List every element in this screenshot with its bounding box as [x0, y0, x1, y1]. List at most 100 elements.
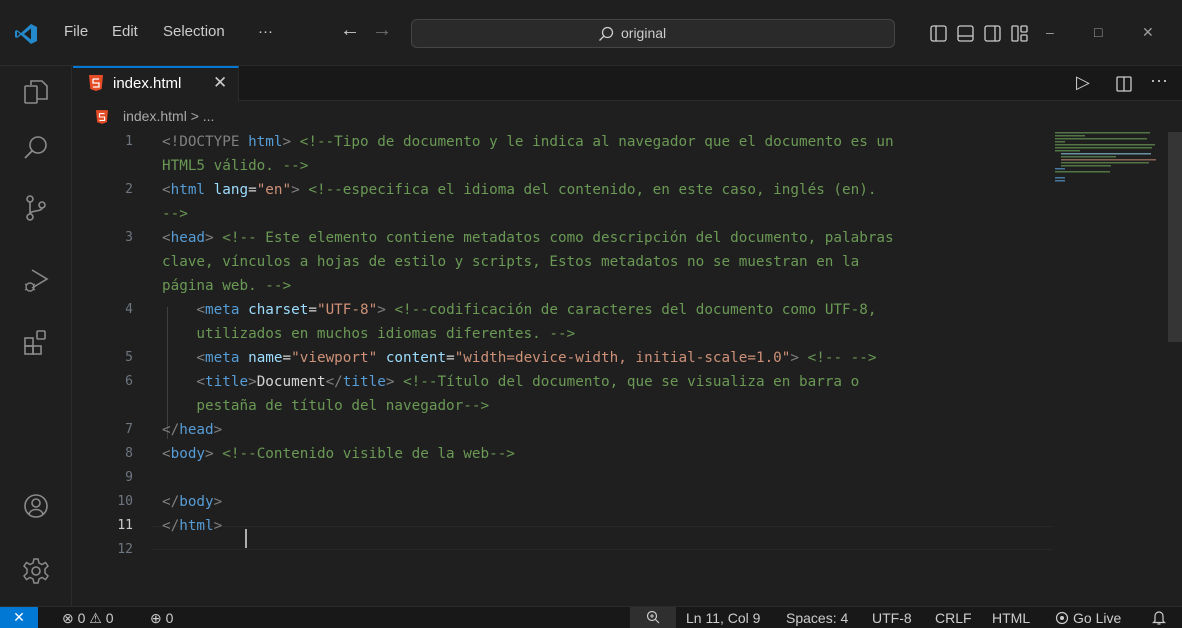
code-token: html	[248, 134, 283, 150]
minimap[interactable]	[1055, 130, 1165, 190]
line-number: 6	[125, 374, 133, 389]
code-token: charset	[239, 302, 309, 318]
code-line[interactable]: -->	[162, 206, 188, 222]
tab-close-icon[interactable]: ✕	[213, 73, 227, 93]
code-line[interactable]: </body>	[162, 494, 222, 510]
code-line[interactable]: <!DOCTYPE html> <!--Tipo de documento y …	[162, 134, 894, 150]
tab-index-html[interactable]: index.html ✕	[73, 66, 239, 101]
code-line[interactable]: página web. -->	[162, 278, 291, 294]
code-token: utilizados en muchos idiomas diferentes.…	[162, 326, 576, 342]
remote-indicator[interactable]: ✕	[0, 607, 38, 628]
editor-tabs: index.html ✕ ▷ ···	[73, 66, 1182, 101]
code-token: >	[282, 134, 300, 150]
line-number: 4	[125, 302, 133, 317]
code-line[interactable]: </head>	[162, 422, 222, 438]
toggle-panel-icon[interactable]	[957, 25, 974, 42]
menu-selection[interactable]: Selection	[163, 23, 225, 40]
minimize-button[interactable]: –	[1046, 24, 1054, 40]
code-editor[interactable]: 1 2 3 4 5 6 7 8 9 10 11 12 <!DOCTYPE html> <!--Tipo…	[73, 130, 1182, 606]
code-token: <!-- Este elemento contiene metadatos co…	[222, 230, 894, 246]
forward-arrow-icon[interactable]: →	[372, 19, 392, 42]
code-token: >	[213, 494, 223, 510]
line-number: 5	[125, 350, 133, 365]
notifications-bell-icon[interactable]	[1152, 610, 1166, 625]
code-line[interactable]: utilizados en muchos idiomas diferentes.…	[162, 326, 575, 342]
code-token: <	[162, 374, 206, 390]
code-line[interactable]: <meta name="viewport" content="width=dev…	[162, 350, 876, 366]
editor-more-actions[interactable]: ···	[1150, 70, 1168, 91]
code-line[interactable]: <html lang="en"> <!--especifica el idiom…	[162, 182, 876, 198]
zoom-button[interactable]	[630, 607, 676, 628]
line-ending-indicator[interactable]: CRLF	[935, 610, 972, 626]
customize-layout-icon[interactable]	[1011, 25, 1028, 42]
ports-indicator[interactable]: ⊕ 0	[150, 610, 173, 627]
code-line[interactable]: </html>	[162, 518, 222, 534]
code-token: "UTF-8"	[316, 302, 378, 318]
split-editor-icon[interactable]	[1116, 76, 1132, 92]
code-token: =	[308, 302, 317, 318]
code-line[interactable]: <body> <!--Contenido visible de la web--…	[162, 446, 515, 462]
menu-file[interactable]: File	[64, 23, 88, 40]
code-token: pestaña de título del navegador-->	[162, 398, 490, 414]
code-line[interactable]: HTML5 válido. -->	[162, 158, 308, 174]
code-token: clave, vínculos a hojas de estilo y scri…	[162, 254, 860, 270]
code-token: </	[162, 518, 180, 534]
code-line[interactable]: <meta charset="UTF-8"> <!--codificación …	[162, 302, 876, 318]
close-window-button[interactable]: ✕	[1142, 24, 1154, 41]
code-line[interactable]: pestaña de título del navegador-->	[162, 398, 489, 414]
broadcast-icon	[1055, 611, 1069, 625]
menu-edit[interactable]: Edit	[112, 23, 138, 40]
problems-indicator[interactable]: ⊗ 0 ⚠ 0	[62, 610, 114, 627]
code-line[interactable]: <head> <!-- Este elemento contiene metad…	[162, 230, 894, 246]
code-token: Document	[256, 374, 326, 390]
code-line[interactable]: clave, vínculos a hojas de estilo y scri…	[162, 254, 859, 270]
source-control-icon[interactable]	[22, 194, 50, 222]
code-token: </	[325, 374, 343, 390]
accounts-icon[interactable]	[22, 492, 50, 520]
code-token: >	[790, 350, 808, 366]
line-number: 2	[125, 182, 133, 197]
run-file-icon[interactable]: ▷	[1076, 72, 1090, 93]
line-number: 11	[117, 518, 133, 533]
code-token: <!--Contenido visible de la web-->	[222, 446, 515, 462]
code-token: name	[239, 350, 283, 366]
cursor-position[interactable]: Ln 11, Col 9	[686, 610, 760, 626]
html5-file-icon	[89, 75, 103, 91]
code-token: head	[179, 422, 214, 438]
breadcrumb-path[interactable]: index.html > ...	[123, 108, 214, 124]
explorer-icon[interactable]	[22, 78, 50, 106]
code-token: body	[170, 446, 206, 462]
command-center-search[interactable]: original	[411, 19, 895, 48]
code-token: >	[248, 374, 257, 390]
back-arrow-icon[interactable]: ←	[340, 19, 360, 42]
restore-button[interactable]: □	[1094, 24, 1102, 40]
code-token: >	[213, 422, 223, 438]
indentation-indicator[interactable]: Spaces: 4	[786, 610, 848, 626]
code-token: "width=device-width, initial-scale=1.0"	[454, 350, 791, 366]
code-line[interactable]: <title>Document</title> <!--Título del d…	[162, 374, 859, 390]
toggle-secondary-sidebar-icon[interactable]	[984, 25, 1001, 42]
encoding-indicator[interactable]: UTF-8	[872, 610, 912, 626]
html5-file-icon	[96, 110, 108, 124]
code-token: >	[205, 230, 223, 246]
code-token: content	[377, 350, 447, 366]
code-token: =	[248, 182, 257, 198]
run-debug-icon[interactable]	[22, 266, 50, 294]
code-token: body	[179, 494, 214, 510]
code-token: title	[342, 374, 386, 390]
search-icon[interactable]	[22, 134, 50, 162]
code-token: <	[162, 446, 171, 462]
line-number: 8	[125, 446, 133, 461]
settings-gear-icon[interactable]	[22, 557, 50, 585]
extensions-icon[interactable]	[22, 328, 50, 356]
line-number: 12	[117, 542, 133, 557]
language-mode[interactable]: HTML	[992, 610, 1030, 626]
code-token: >	[213, 518, 223, 534]
menu-more[interactable]: ···	[258, 23, 273, 40]
go-live-button[interactable]: Go Live	[1073, 610, 1121, 626]
toggle-primary-sidebar-icon[interactable]	[930, 25, 947, 42]
line-number: 7	[125, 422, 133, 437]
vertical-scrollbar-thumb[interactable]	[1168, 132, 1182, 342]
search-icon	[599, 26, 614, 41]
code-token: <!--Título del documento, que se visuali…	[403, 374, 860, 390]
